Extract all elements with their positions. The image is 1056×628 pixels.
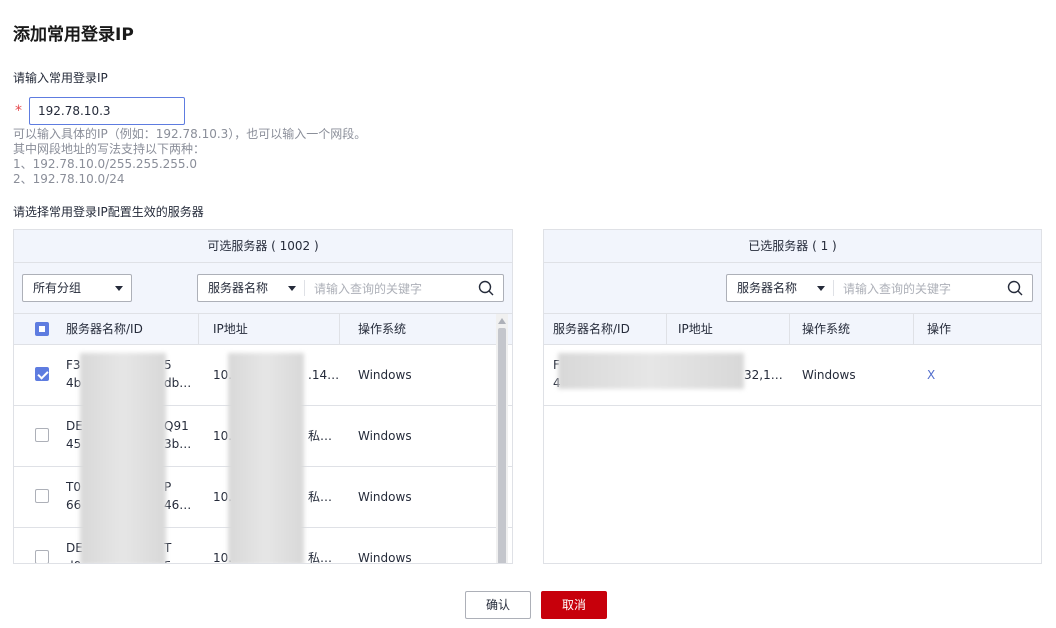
server-id-tail: 3b…	[164, 437, 192, 451]
server-id-line: 66	[66, 498, 82, 512]
redacted-name-column	[80, 353, 166, 563]
ip-hint-line: 可以输入具体的IP（例如：192.78.10.3），也可以输入一个网段。	[13, 127, 367, 141]
server-os: Windows	[358, 551, 412, 564]
column-divider	[913, 314, 914, 344]
chevron-down-icon	[115, 286, 123, 291]
server-os: Windows	[358, 429, 412, 443]
available-table-header: 服务器名称/ID IP地址 操作系统	[14, 314, 512, 345]
available-search-input[interactable]	[312, 276, 476, 302]
select-all-checkbox[interactable]	[35, 322, 49, 336]
server-id-tail: 5c	[164, 558, 178, 563]
server-section-label: 请选择常用登录IP配置生效的服务器	[13, 205, 204, 219]
group-select-value: 所有分组	[33, 281, 82, 295]
server-name-line: F3	[66, 358, 81, 372]
redacted-ip-column	[228, 353, 304, 563]
server-id-line: 4b	[66, 376, 82, 390]
group-select[interactable]: 所有分组	[22, 274, 132, 302]
ip-hint-line: 1、192.78.10.0/255.255.255.0	[13, 157, 197, 171]
server-ip-tail: .14…	[308, 368, 340, 382]
search-field-value: 服务器名称	[737, 281, 798, 295]
server-ip-tail: 32,1…	[744, 368, 783, 382]
row-checkbox[interactable]	[35, 489, 49, 503]
column-divider	[789, 314, 790, 344]
server-os: Windows	[802, 368, 856, 382]
search-icon[interactable]	[1007, 280, 1023, 296]
available-servers-panel: 可选服务器 ( 1002 ) 所有分组 服务器名称 服务器名称/ID IP地址 …	[13, 229, 513, 564]
scrollbar-track[interactable]	[496, 314, 508, 563]
column-header-ip[interactable]: IP地址	[213, 314, 248, 344]
server-ip-tail: 私…	[308, 429, 333, 443]
available-servers-header: 可选服务器 ( 1002 )	[14, 230, 512, 263]
row-checkbox[interactable]	[35, 428, 49, 442]
search-field-value: 服务器名称	[208, 281, 269, 295]
selected-servers-header: 已选服务器 ( 1 )	[544, 230, 1041, 263]
server-ip-tail: 私…	[308, 490, 333, 504]
chevron-down-icon	[817, 286, 825, 291]
column-divider	[339, 314, 340, 344]
column-header-action: 操作	[927, 322, 952, 336]
column-divider	[666, 314, 667, 344]
scrollbar-thumb[interactable]	[498, 328, 506, 563]
column-divider	[198, 314, 199, 344]
server-name-tail: Q91	[164, 419, 189, 433]
available-search-field-select[interactable]: 服务器名称	[198, 275, 303, 301]
column-header-name[interactable]: 服务器名称/ID	[553, 314, 630, 344]
confirm-button[interactable]: 确认	[465, 591, 531, 619]
server-os: Windows	[358, 368, 412, 382]
chevron-down-icon	[288, 286, 296, 291]
search-icon[interactable]	[478, 280, 494, 296]
server-id-line: 45	[66, 437, 82, 451]
row-checkbox[interactable]	[35, 550, 49, 563]
cancel-button[interactable]: 取消	[541, 591, 607, 619]
scroll-up-arrow-icon[interactable]	[498, 318, 506, 324]
divider	[304, 280, 305, 296]
column-header-os[interactable]: 操作系统	[802, 314, 850, 344]
row-checkbox[interactable]	[35, 367, 49, 381]
server-name-line: T0	[66, 480, 81, 494]
required-mark: *	[15, 103, 22, 119]
selected-search-box: 服务器名称	[726, 274, 1033, 302]
redacted-selected-row	[558, 353, 744, 389]
remove-server-button[interactable]: X	[927, 367, 935, 383]
server-os: Windows	[358, 490, 412, 504]
available-filter-row: 所有分组 服务器名称	[14, 263, 512, 314]
column-header-ip[interactable]: IP地址	[678, 314, 713, 344]
ip-hint-line: 2、192.78.10.0/24	[13, 172, 125, 186]
ip-hint-line: 其中网段地址的写法支持以下两种：	[13, 142, 206, 156]
column-header-name[interactable]: 服务器名称/ID	[66, 314, 143, 344]
available-search-box: 服务器名称	[197, 274, 504, 302]
divider	[833, 280, 834, 296]
selected-search-field-select[interactable]: 服务器名称	[727, 275, 832, 301]
ip-input-label: 请输入常用登录IP	[13, 71, 108, 85]
server-ip-tail: 私…	[308, 551, 333, 564]
server-id-tail: 46…	[164, 498, 192, 512]
selected-search-input[interactable]	[841, 276, 1005, 302]
ip-input[interactable]	[29, 97, 185, 125]
selected-filter-row: 服务器名称	[544, 263, 1041, 314]
server-id-line: d0	[66, 558, 81, 563]
server-id-tail: db…	[164, 376, 192, 390]
selected-servers-panel: 已选服务器 ( 1 ) 服务器名称 服务器名称/ID IP地址 操作系统 操作 …	[543, 229, 1042, 564]
selected-table-header: 服务器名称/ID IP地址 操作系统 操作	[544, 314, 1041, 345]
dialog-title: 添加常用登录IP	[13, 25, 134, 45]
ip-hints: 可以输入具体的IP（例如：192.78.10.3），也可以输入一个网段。 其中网…	[13, 127, 366, 187]
column-header-os[interactable]: 操作系统	[358, 314, 406, 344]
